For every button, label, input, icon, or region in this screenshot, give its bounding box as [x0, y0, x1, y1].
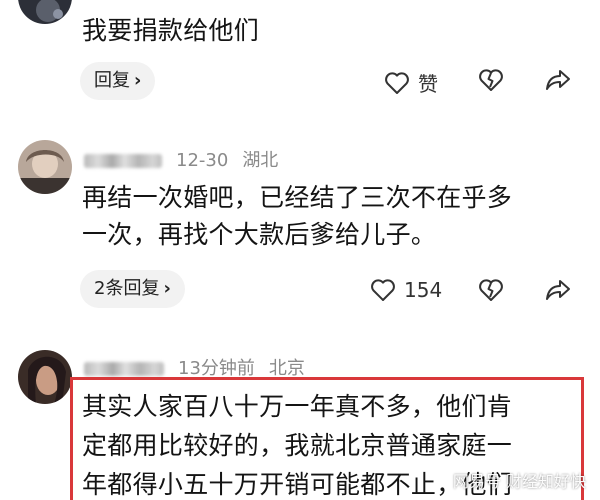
comment-feed: 我要捐款给他们 回复 › 赞 12-30 湖北 再结一次婚吧，已经结了三次不在乎… [0, 0, 600, 500]
comment-location: 北京 [268, 358, 305, 379]
comment-1: 我要捐款给他们 回复 › 赞 [0, 0, 600, 118]
username-blurred[interactable] [84, 154, 162, 168]
comment-time: 13分钟前 [178, 358, 255, 379]
like-count: 154 [404, 278, 443, 302]
chevron-right-icon: › [163, 278, 171, 299]
dislike-button[interactable] [478, 68, 504, 92]
share-icon [546, 280, 570, 300]
avatar[interactable] [18, 140, 72, 194]
comment-2: 12-30 湖北 再结一次婚吧，已经结了三次不在乎多 一次，再找个大款后爹给儿子。… [0, 118, 600, 340]
comment-text: 我要捐款给他们 [82, 16, 260, 45]
reply-label: 回复 [94, 70, 130, 91]
heart-icon [385, 71, 409, 94]
reply-button[interactable]: 回复 › [80, 62, 156, 100]
comment-text-line: 一次，再找个大款后爹给儿子。 [82, 220, 437, 249]
heart-icon [371, 279, 395, 301]
share-icon [546, 70, 570, 90]
replies-label: 2条回复 [94, 278, 160, 299]
comment-location: 湖北 [242, 150, 279, 171]
broken-heart-icon [479, 279, 503, 301]
share-button[interactable] [545, 278, 571, 302]
watermark: 网易号 财经知好快 [452, 472, 586, 491]
like-button[interactable]: 154 [370, 278, 442, 302]
comment-date: 12-30 [176, 150, 229, 171]
replies-button[interactable]: 2条回复 › [80, 270, 185, 308]
comment-meta: 12-30 湖北 [84, 146, 278, 172]
username-blurred[interactable] [84, 362, 164, 376]
broken-heart-icon [479, 69, 503, 91]
avatar[interactable] [18, 0, 72, 24]
like-button[interactable]: 赞 [384, 68, 438, 97]
avatar[interactable] [18, 350, 72, 404]
chevron-right-icon: › [134, 70, 142, 91]
comment-text-line: 再结一次婚吧，已经结了三次不在乎多 [82, 183, 513, 212]
share-button[interactable] [545, 68, 571, 92]
like-label: 赞 [418, 72, 438, 96]
dislike-button[interactable] [478, 278, 504, 302]
comment-text: 再结一次婚吧，已经结了三次不在乎多 一次，再找个大款后爹给儿子。 [82, 179, 512, 253]
